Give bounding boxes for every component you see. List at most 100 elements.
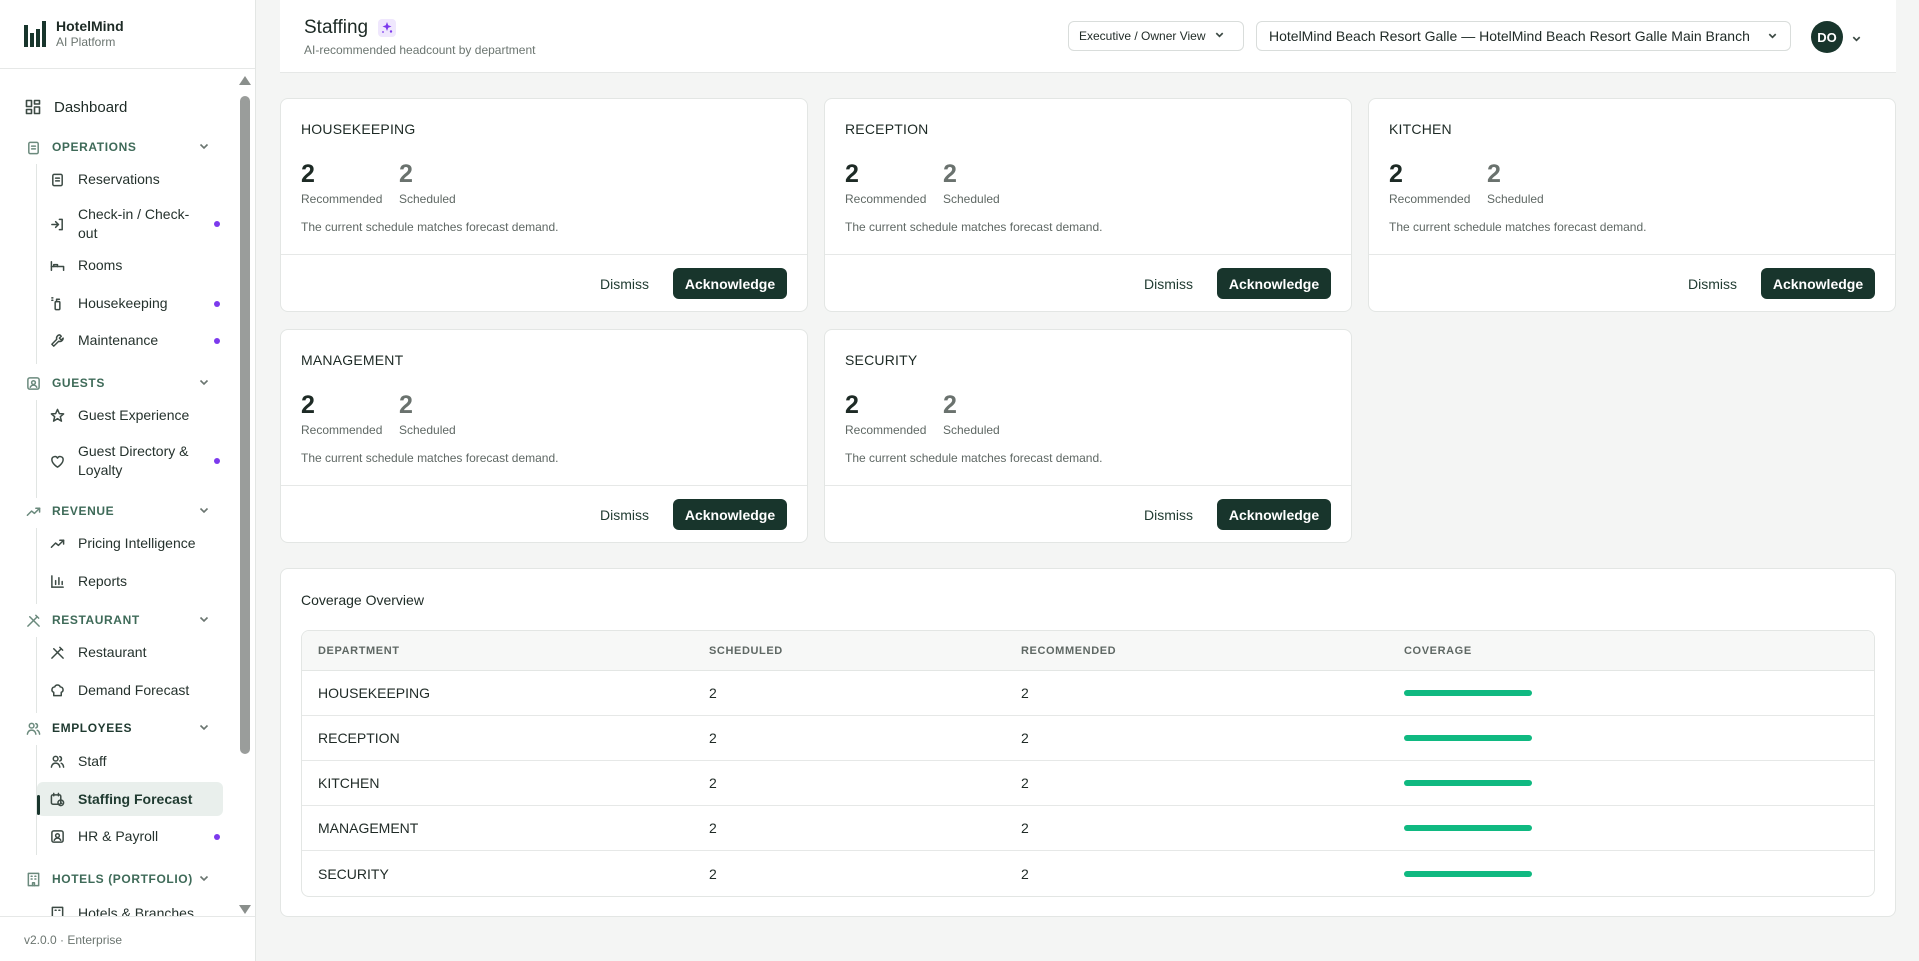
acknowledge-button[interactable]: Acknowledge — [1761, 268, 1875, 299]
log-in-icon — [48, 215, 66, 233]
chevron-down-icon — [198, 376, 210, 391]
sidebar-item-reports[interactable]: Reports — [48, 572, 222, 591]
cell-scheduled: 2 — [709, 865, 717, 882]
sidebar-item-hotels-branches[interactable]: Hotels & Branches — [48, 904, 222, 916]
chef-hat-icon — [48, 682, 66, 700]
nav-tree-line — [36, 164, 37, 364]
sidebar-item-pricing-intelligence[interactable]: Pricing Intelligence — [48, 534, 222, 553]
card-department: HOUSEKEEPING — [301, 121, 416, 137]
cell-recommended: 2 — [1021, 775, 1029, 791]
cell-scheduled: 2 — [709, 820, 717, 836]
section-restaurant[interactable]: RESTAURANT — [24, 611, 210, 629]
spray-icon — [48, 295, 66, 313]
sidebar-item-staff[interactable]: Staff — [48, 752, 222, 771]
divider — [0, 68, 255, 69]
avatar[interactable]: DO — [1811, 21, 1843, 53]
card-department: RECEPTION — [845, 121, 929, 137]
card-message: The current schedule matches forecast de… — [1389, 220, 1647, 234]
coverage-overview: Coverage Overview DEPARTMENT SCHEDULED R… — [280, 568, 1896, 917]
users-icon — [24, 719, 42, 737]
nav-tree-line — [36, 637, 37, 713]
section-guests[interactable]: GUESTS — [24, 374, 210, 392]
clipboard-list-icon — [48, 171, 66, 189]
acknowledge-button[interactable]: Acknowledge — [673, 268, 787, 299]
notification-dot — [214, 221, 220, 227]
dismiss-button[interactable]: Dismiss — [1682, 269, 1743, 299]
table-row: HOUSEKEEPING 2 2 — [302, 671, 1874, 716]
cell-coverage — [1404, 870, 1874, 877]
coverage-bar-fill — [1404, 825, 1532, 831]
calendar-clock-icon — [48, 790, 66, 808]
dismiss-button[interactable]: Dismiss — [594, 269, 655, 299]
acknowledge-button[interactable]: Acknowledge — [1217, 268, 1331, 299]
coverage-table: DEPARTMENT SCHEDULED RECOMMENDED COVERAG… — [301, 630, 1875, 897]
coverage-bar-fill — [1404, 690, 1532, 696]
recommended-label: Recommended — [845, 192, 927, 206]
card-department: KITCHEN — [1389, 121, 1452, 137]
branch-select[interactable]: HotelMind Beach Resort Galle — HotelMind… — [1256, 21, 1791, 51]
heart-icon — [48, 452, 66, 470]
divider — [0, 916, 255, 917]
table-row: SECURITY 2 2 — [302, 851, 1874, 896]
sidebar-item-demand-forecast[interactable]: Demand Forecast — [48, 681, 222, 700]
scroll-down-arrow-icon[interactable] — [239, 905, 251, 914]
chevron-down-icon — [1214, 29, 1225, 43]
cell-department: SECURITY — [318, 865, 389, 882]
sidebar-item-check-in-out[interactable]: Check-in / Check-out — [48, 204, 222, 244]
sidebar-item-restaurant[interactable]: Restaurant — [48, 643, 222, 662]
sidebar-item-dashboard[interactable]: Dashboard — [24, 98, 127, 116]
divider — [281, 254, 807, 255]
star-icon — [48, 407, 66, 425]
recommended-count: 2 — [1389, 160, 1403, 188]
sidebar-item-reservations[interactable]: Reservations — [48, 170, 222, 189]
acknowledge-button[interactable]: Acknowledge — [1217, 499, 1331, 530]
section-revenue[interactable]: REVENUE — [24, 502, 210, 520]
page-subtitle: AI-recommended headcount by department — [304, 43, 536, 57]
user-badge-icon — [24, 374, 42, 392]
users-icon — [48, 753, 66, 771]
cell-coverage — [1404, 825, 1874, 831]
column-header: DEPARTMENT — [318, 644, 400, 657]
scheduled-count: 2 — [399, 391, 413, 419]
notification-dot — [214, 300, 220, 307]
acknowledge-button[interactable]: Acknowledge — [673, 499, 787, 530]
divider — [825, 485, 1351, 486]
scroll-up-arrow-icon[interactable] — [239, 76, 251, 85]
cell-coverage — [1404, 690, 1874, 696]
table-row: KITCHEN 2 2 — [302, 761, 1874, 806]
table-row: RECEPTION 2 2 — [302, 716, 1874, 761]
dismiss-button[interactable]: Dismiss — [1138, 269, 1199, 299]
sidebar-item-maintenance[interactable]: Maintenance — [48, 331, 222, 350]
cell-department: RECEPTION — [318, 730, 400, 746]
coverage-bar — [1404, 735, 1532, 741]
cell-department: MANAGEMENT — [318, 820, 419, 836]
sidebar-item-housekeeping[interactable]: Housekeeping — [48, 294, 222, 313]
dismiss-button[interactable]: Dismiss — [594, 500, 655, 530]
section-hotels-portfolio[interactable]: HOTELS (PORTFOLIO) — [24, 870, 210, 888]
coverage-bar — [1404, 825, 1532, 831]
bed-icon — [48, 257, 66, 275]
sidebar-item-guest-experience[interactable]: Guest Experience — [48, 406, 222, 425]
brand[interactable]: HotelMind AI Platform — [24, 18, 124, 49]
sidebar-scrollbar[interactable] — [239, 76, 251, 914]
recommended-count: 2 — [301, 160, 315, 188]
section-employees[interactable]: EMPLOYEES — [24, 719, 210, 737]
coverage-bar — [1404, 690, 1532, 696]
section-operations[interactable]: OPERATIONS — [24, 138, 210, 156]
coverage-bar — [1404, 870, 1532, 877]
scroll-thumb[interactable] — [240, 96, 250, 754]
dismiss-button[interactable]: Dismiss — [1138, 500, 1199, 530]
scheduled-label: Scheduled — [1487, 192, 1544, 206]
sidebar-item-guest-directory[interactable]: Guest Directory & Loyalty — [48, 441, 222, 481]
chevron-down-icon — [198, 140, 210, 155]
cell-department: HOUSEKEEPING — [318, 685, 431, 701]
sidebar-item-hr-payroll[interactable]: HR & Payroll — [48, 827, 222, 846]
column-header: COVERAGE — [1404, 644, 1472, 657]
notification-dot — [214, 833, 220, 840]
sidebar-item-staffing-forecast[interactable]: Staffing Forecast — [37, 782, 223, 816]
chevron-down-icon[interactable] — [1851, 31, 1862, 49]
wrench-icon — [48, 332, 66, 350]
view-mode-select[interactable]: Executive / Owner View — [1068, 21, 1244, 51]
chevron-down-icon — [198, 872, 210, 887]
sidebar-item-rooms[interactable]: Rooms — [48, 256, 222, 275]
